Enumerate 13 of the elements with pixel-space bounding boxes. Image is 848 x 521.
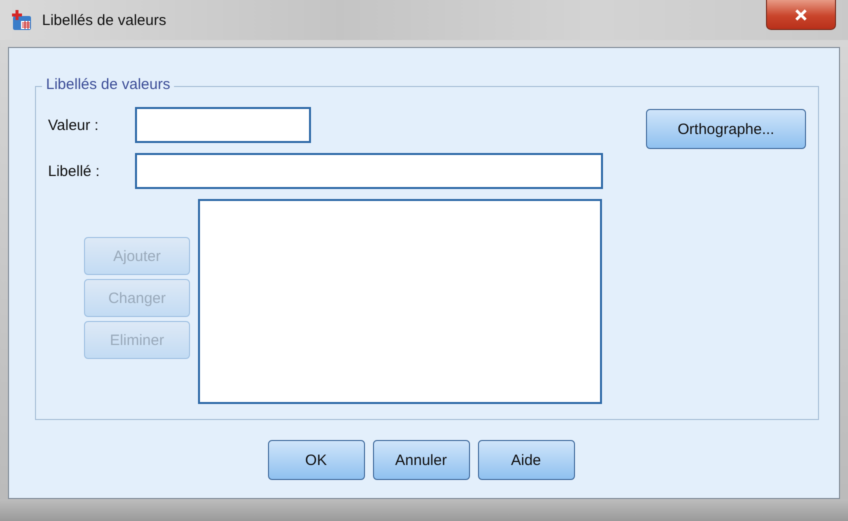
field-label: Valeur : xyxy=(48,116,100,134)
dialog-button[interactable]: Aide xyxy=(478,440,574,480)
dialog-button[interactable]: OK xyxy=(268,440,364,480)
close-icon xyxy=(794,8,808,22)
spelling-button[interactable]: Orthographe... xyxy=(646,109,806,149)
field-label: Libellé : xyxy=(48,162,101,180)
window-title: Libellés de valeurs xyxy=(42,12,166,28)
list-box[interactable] xyxy=(198,199,602,404)
input-field[interactable] xyxy=(135,107,311,143)
close-button[interactable] xyxy=(766,0,836,30)
input-field[interactable] xyxy=(135,153,603,189)
dialog-button[interactable]: Annuler xyxy=(372,440,470,480)
app-icon xyxy=(10,8,34,32)
